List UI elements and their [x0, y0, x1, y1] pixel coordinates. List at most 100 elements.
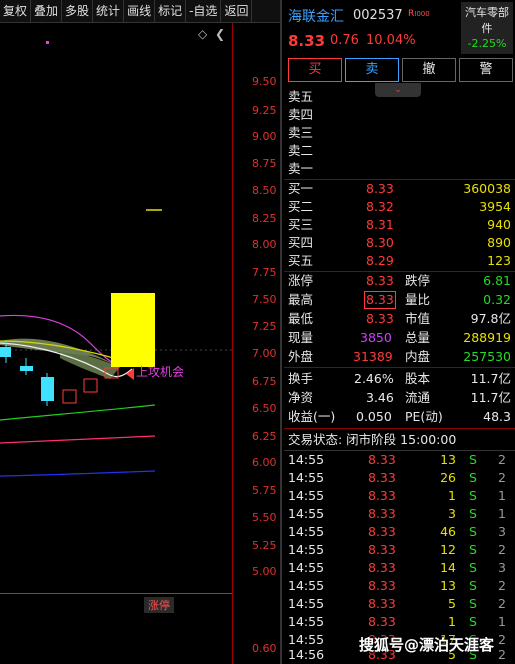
tick-row: 14:55 8.33 14 S 3	[284, 559, 515, 577]
stat-label: 总量	[405, 330, 431, 345]
tick-price: 8.33	[368, 470, 396, 485]
bid-volume: 3954	[479, 199, 511, 214]
tick-side: S	[469, 596, 477, 611]
volume-tick-label: 0.60	[252, 642, 277, 655]
bid-price: 8.32	[366, 199, 394, 214]
fund-label: PE(动)	[405, 409, 443, 424]
watermark: 搜狐号@漂泊天涯客	[359, 636, 495, 654]
tick-count: 1	[498, 488, 506, 503]
stat-label: 跌停	[405, 273, 431, 288]
fund-row-eps: 收益(一) 0.050 PE(动) 48.3	[284, 408, 515, 426]
y-tick-label: 5.00	[252, 565, 277, 578]
tick-row: 14:55 8.33 46 S 3	[284, 523, 515, 541]
bid-label: 买四	[288, 235, 314, 250]
stock-name[interactable]: 海联金汇	[288, 6, 344, 26]
band-green-line	[0, 404, 156, 421]
stat-value: 31389	[353, 349, 393, 364]
tick-price: 8.33	[368, 578, 396, 593]
y-tick-label: 5.50	[252, 511, 277, 524]
fund-value: 11.7亿	[470, 390, 511, 405]
kline-chart[interactable]: ◇ ❮ 上攻机会 涨停	[0, 23, 282, 664]
toolbar-mark-button[interactable]: 标记	[155, 0, 187, 22]
toolbar-remove-watchlist-button[interactable]: -自选	[186, 0, 222, 22]
last-price: 8.33	[288, 32, 326, 50]
limit-up-box	[111, 293, 155, 367]
tick-time: 14:55	[288, 596, 325, 611]
toolbar-draw-line-button[interactable]: 画线	[124, 0, 156, 22]
fund-label: 流通	[405, 390, 431, 405]
tick-time: 14:55	[288, 542, 325, 557]
tick-time: 14:56	[288, 647, 325, 662]
stat-value: 288919	[463, 330, 511, 345]
sell-button[interactable]: 卖	[345, 58, 399, 82]
bid-row-5[interactable]: 买五 8.29 123	[284, 252, 515, 270]
ask-label: 卖二	[288, 143, 314, 158]
ask-label: 卖四	[288, 107, 314, 122]
tick-price: 8.33	[368, 542, 396, 557]
toolbar-multi-stock-button[interactable]: 多股	[62, 0, 94, 22]
y-tick-label: 8.50	[252, 184, 277, 197]
trade-status: 交易状态: 闭市阶段 15:00:00	[288, 432, 457, 447]
tick-time: 14:55	[288, 470, 325, 485]
candle-up	[83, 378, 98, 393]
tick-volume: 3	[448, 506, 456, 521]
tick-row: 14:55 8.33 1 S 1	[284, 613, 515, 631]
y-tick-label: 7.50	[252, 293, 277, 306]
candle-down	[0, 347, 11, 357]
bid-row-1[interactable]: 买一 8.33 360038	[284, 180, 515, 198]
quote-panel: 海联金汇 002537 RI000 8.33 0.76 10.04% 汽车零部件…	[284, 0, 515, 664]
tick-count: 1	[498, 506, 506, 521]
tick-count: 3	[498, 560, 506, 575]
toolbar-overlay-button[interactable]: 叠加	[31, 0, 63, 22]
tick-count: 3	[498, 524, 506, 539]
cancel-order-button[interactable]: 撤	[402, 58, 456, 82]
fund-value: 3.46	[366, 390, 394, 405]
buy-button[interactable]: 买	[288, 58, 342, 82]
tick-side: S	[469, 452, 477, 467]
stat-row-low: 最低 8.33 市值 97.8亿	[284, 310, 515, 328]
y-tick-label: 9.25	[252, 104, 277, 117]
bid-label: 买三	[288, 217, 314, 232]
candle-down	[20, 366, 33, 371]
fund-label: 净资	[288, 390, 314, 405]
toolbar-back-button[interactable]: 返回	[221, 0, 253, 22]
y-tick-label: 7.25	[252, 320, 277, 333]
toolbar-statistics-button[interactable]: 统计	[93, 0, 125, 22]
bid-label: 买五	[288, 253, 314, 268]
tick-side: S	[469, 470, 477, 485]
alert-button[interactable]: 警	[459, 58, 513, 82]
y-axis-line	[232, 23, 233, 664]
stock-code: 002537	[353, 8, 403, 23]
toolbar-restore-rights-button[interactable]: 复权	[0, 0, 32, 22]
y-tick-label: 8.75	[252, 157, 277, 170]
diamond-icon[interactable]: ◇	[198, 27, 207, 41]
fund-label: 股本	[405, 371, 431, 386]
panel-divider	[280, 0, 282, 664]
tick-count: 2	[498, 452, 506, 467]
ask-label: 卖三	[288, 125, 314, 140]
tick-side: S	[469, 578, 477, 593]
bid-label: 买一	[288, 181, 314, 196]
stat-row-high: 最高 8.33 量比 0.32	[284, 291, 515, 309]
fund-value: 11.7亿	[470, 371, 511, 386]
bid-volume: 123	[487, 253, 511, 268]
tick-count: 2	[498, 596, 506, 611]
stat-label: 量比	[405, 292, 431, 307]
tick-row: 14:55 8.33 1 S 1	[284, 487, 515, 505]
sector-name: 汽车零部件	[465, 6, 509, 35]
scroll-left-icon[interactable]: ❮	[215, 27, 225, 41]
sector-card[interactable]: 汽车零部件 -2.25%	[461, 2, 513, 54]
bid-price: 8.30	[366, 235, 394, 250]
tick-volume: 14	[440, 560, 456, 575]
bid-row-4[interactable]: 买四 8.30 890	[284, 234, 515, 252]
y-tick-label: 6.25	[252, 430, 277, 443]
price-change-pct: 10.04%	[366, 33, 416, 48]
stat-value: 8.33	[364, 291, 396, 309]
tick-price: 8.33	[368, 596, 396, 611]
bid-row-2[interactable]: 买二 8.32 3954	[284, 198, 515, 216]
tick-side: S	[469, 542, 477, 557]
tick-volume: 1	[448, 614, 456, 629]
y-tick-label: 8.25	[252, 212, 277, 225]
tick-volume: 13	[440, 578, 456, 593]
bid-row-3[interactable]: 买三 8.31 940	[284, 216, 515, 234]
